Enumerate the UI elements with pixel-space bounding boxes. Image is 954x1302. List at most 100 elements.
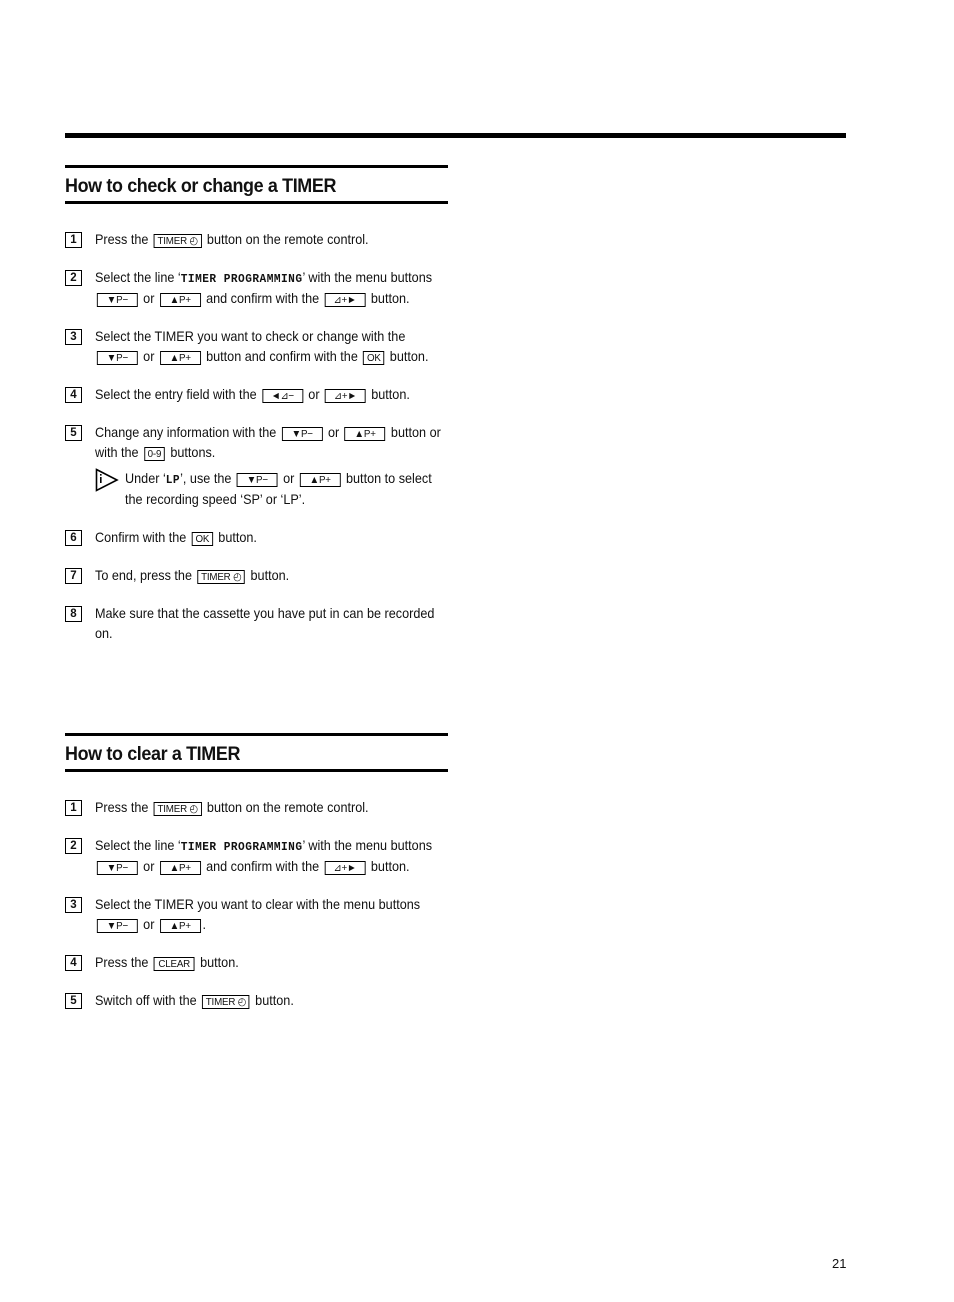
- right-key: ⊿+►: [324, 389, 366, 403]
- or-text: or: [143, 349, 155, 364]
- section-check-change-timer: How to check or change a TIMER 1 Press t…: [65, 165, 448, 662]
- step-number: 8: [65, 606, 82, 622]
- p-plus-key: ▲P+: [159, 351, 201, 365]
- step-text: button.: [370, 859, 410, 874]
- step-3: 3 Select the TIMER you want to check or …: [65, 327, 448, 367]
- osd-text: TIMER PROGRAMMING: [180, 272, 303, 286]
- step-4: 4 Select the entry field with the ◄⊿− or…: [65, 385, 448, 405]
- timer-key: TIMER ◴: [202, 995, 250, 1009]
- p-minus-key: ▼P−: [236, 473, 278, 487]
- step-number: 3: [65, 897, 82, 913]
- step-text: Make sure that the cassette you have put…: [95, 606, 435, 641]
- ok-key: OK: [191, 532, 213, 546]
- info-icon: [95, 468, 119, 492]
- step-number: 1: [65, 800, 82, 816]
- note-text: Under ‘: [125, 471, 166, 486]
- or-text: or: [308, 387, 320, 402]
- p-plus-key: ▲P+: [344, 427, 386, 441]
- step-text: button and confirm with the: [206, 349, 358, 364]
- step-2: 2 Select the line ‘TIMER PROGRAMMING’ wi…: [65, 836, 448, 877]
- step-6: 6 Confirm with the OK button.: [65, 528, 448, 548]
- step-number: 5: [65, 425, 82, 441]
- step-number: 2: [65, 838, 82, 854]
- p-minus-key: ▼P−: [281, 427, 323, 441]
- step-text: Press the: [95, 800, 149, 815]
- step-text: and confirm with the: [206, 291, 320, 306]
- step-4: 4 Press the CLEAR button.: [65, 953, 448, 973]
- step-text: button.: [389, 349, 429, 364]
- step-number: 2: [65, 270, 82, 286]
- section-title: How to check or change a TIMER: [65, 175, 337, 197]
- step-text: Select the entry field with the: [95, 387, 257, 402]
- step-text: .: [202, 917, 207, 932]
- or-text: or: [143, 291, 155, 306]
- or-text: or: [327, 425, 340, 440]
- osd-text: TIMER PROGRAMMING: [180, 840, 303, 854]
- section-header: How to check or change a TIMER: [65, 165, 448, 204]
- step-text: button on the remote control.: [206, 800, 369, 815]
- right-key: ⊿+►: [324, 861, 366, 875]
- step-text: To end, press the: [95, 568, 192, 583]
- step-2: 2 Select the line ‘TIMER PROGRAMMING’ wi…: [65, 268, 448, 309]
- step-number: 6: [65, 530, 82, 546]
- step-text: button.: [255, 993, 294, 1008]
- step-8: 8 Make sure that the cassette you have p…: [65, 604, 448, 644]
- step-text: Select the TIMER you want to check or ch…: [95, 329, 406, 344]
- step-text: ’ with the menu buttons: [302, 270, 433, 285]
- clock-icon: ◴: [233, 571, 242, 583]
- clock-icon: ◴: [237, 996, 247, 1008]
- top-rule: [65, 133, 846, 138]
- step-number: 4: [65, 955, 82, 971]
- p-minus-key: ▼P−: [96, 919, 138, 933]
- timer-key: TIMER ◴: [153, 802, 202, 816]
- step-5: 5 Change any information with the ▼P− or…: [65, 423, 448, 510]
- step-5: 5 Switch off with the TIMER ◴ button.: [65, 991, 448, 1011]
- step-text: Press the: [95, 955, 149, 970]
- step-number: 4: [65, 387, 82, 403]
- p-minus-key: ▼P−: [96, 861, 138, 875]
- step-text: and confirm with the: [206, 859, 320, 874]
- step-text: button.: [218, 530, 257, 545]
- p-plus-key: ▲P+: [299, 473, 341, 487]
- or-text: or: [143, 917, 155, 932]
- clock-icon: ◴: [189, 803, 198, 815]
- clear-key: CLEAR: [153, 957, 195, 971]
- step-1: 1 Press the TIMER ◴ button on the remote…: [65, 230, 448, 250]
- step-number: 3: [65, 329, 82, 345]
- section-header: How to clear a TIMER: [65, 733, 448, 772]
- step-text: button.: [370, 291, 410, 306]
- step-1: 1 Press the TIMER ◴ button on the remote…: [65, 798, 448, 818]
- timer-key: TIMER ◴: [153, 234, 202, 248]
- right-key: ⊿+►: [324, 293, 366, 307]
- section-title: How to clear a TIMER: [65, 743, 241, 765]
- or-text: or: [143, 859, 155, 874]
- step-text: Switch off with the: [95, 993, 197, 1008]
- step-text: button.: [250, 568, 290, 583]
- step-text: Select the line ‘: [95, 838, 181, 853]
- step-number: 1: [65, 232, 82, 248]
- step-3: 3 Select the TIMER you want to clear wit…: [65, 895, 448, 935]
- note-text: ’, use the: [180, 471, 232, 486]
- step-text: button on the remote control.: [206, 232, 369, 247]
- step-7: 7 To end, press the TIMER ◴ button.: [65, 566, 448, 586]
- page-number: 21: [832, 1256, 847, 1271]
- step-text: ’ with the menu buttons: [302, 838, 433, 853]
- info-note: Under ‘LP’, use the ▼P− or ▲P+ button to…: [95, 468, 448, 510]
- step-text: Change any information with the: [95, 425, 277, 440]
- osd-text: LP: [165, 473, 181, 487]
- step-number: 5: [65, 993, 82, 1009]
- left-key: ◄⊿−: [262, 389, 303, 403]
- digits-key: 0-9: [143, 447, 165, 461]
- p-plus-key: ▲P+: [159, 293, 201, 307]
- step-text: Select the line ‘: [95, 270, 181, 285]
- or-text: or: [283, 471, 295, 486]
- step-number: 7: [65, 568, 82, 584]
- step-text: Confirm with the: [95, 530, 187, 545]
- p-plus-key: ▲P+: [159, 861, 201, 875]
- clock-icon: ◴: [189, 235, 198, 247]
- timer-key: TIMER ◴: [197, 570, 246, 584]
- step-text: Select the TIMER you want to clear with …: [95, 897, 421, 912]
- step-text: button.: [371, 387, 410, 402]
- p-minus-key: ▼P−: [96, 351, 138, 365]
- p-plus-key: ▲P+: [159, 919, 201, 933]
